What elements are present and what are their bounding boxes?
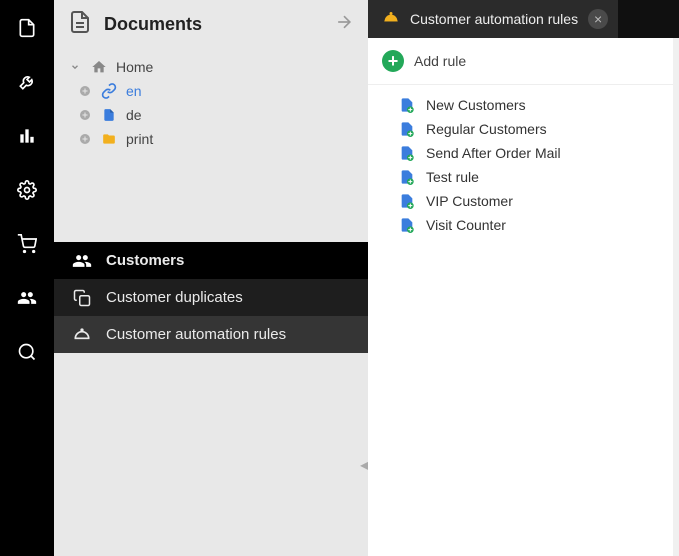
- rule-item[interactable]: Visit Counter: [398, 213, 679, 237]
- icon-rail: [0, 0, 54, 556]
- tools-icon[interactable]: [9, 64, 45, 100]
- add-rule-label[interactable]: Add rule: [414, 53, 466, 69]
- splitter-handle[interactable]: ◂: [360, 455, 368, 475]
- tree-label: print: [126, 131, 153, 147]
- tree-label: de: [126, 107, 142, 123]
- rule-label: Visit Counter: [426, 217, 506, 233]
- chevron-down-icon[interactable]: [68, 62, 82, 72]
- customers-flyout: Customers Customer duplicates Customer a…: [54, 242, 368, 353]
- cloche-icon: [72, 325, 92, 345]
- documents-header: Documents: [54, 0, 368, 49]
- reports-icon[interactable]: [9, 118, 45, 154]
- copy-icon: [72, 289, 92, 307]
- tree-row-en[interactable]: en: [68, 79, 368, 103]
- rules-panel: Customer automation rules × + Add rule N…: [368, 0, 679, 556]
- tab-title: Customer automation rules: [410, 11, 578, 27]
- rule-label: VIP Customer: [426, 193, 513, 209]
- rule-doc-icon: [398, 192, 416, 210]
- rule-label: Send After Order Mail: [426, 145, 561, 161]
- expand-icon[interactable]: [78, 133, 92, 145]
- rules-list: New Customers Regular Customers Send Aft…: [368, 85, 679, 237]
- tree-label: Home: [116, 59, 153, 75]
- rule-item[interactable]: Test rule: [398, 165, 679, 189]
- scrollbar[interactable]: [673, 38, 679, 556]
- document-tree: Home en de pri: [54, 49, 368, 157]
- rules-toolbar: + Add rule: [368, 38, 679, 85]
- people-icon: [72, 251, 92, 271]
- expand-icon[interactable]: [78, 85, 92, 97]
- rule-label: Test rule: [426, 169, 479, 185]
- flyout-duplicates[interactable]: Customer duplicates: [54, 279, 368, 316]
- rule-item[interactable]: Regular Customers: [398, 117, 679, 141]
- cloche-icon: [382, 9, 400, 30]
- rule-doc-icon: [398, 144, 416, 162]
- rule-doc-icon: [398, 168, 416, 186]
- flyout-label: Customer duplicates: [106, 289, 243, 306]
- flyout-label: Customers: [106, 252, 184, 269]
- documents-icon[interactable]: [9, 10, 45, 46]
- tree-row-de[interactable]: de: [68, 103, 368, 127]
- rule-doc-icon: [398, 96, 416, 114]
- search-icon[interactable]: [9, 334, 45, 370]
- rule-label: Regular Customers: [426, 121, 547, 137]
- tree-row-print[interactable]: print: [68, 127, 368, 151]
- flyout-label: Customer automation rules: [106, 326, 286, 343]
- tree-label: en: [126, 83, 142, 99]
- rule-item[interactable]: New Customers: [398, 93, 679, 117]
- customers-icon[interactable]: [9, 280, 45, 316]
- document-outline-icon: [68, 10, 92, 39]
- tree-row-home[interactable]: Home: [68, 55, 368, 79]
- arrow-right-icon[interactable]: [334, 12, 354, 37]
- rule-item[interactable]: Send After Order Mail: [398, 141, 679, 165]
- rule-doc-icon: [398, 216, 416, 234]
- settings-icon[interactable]: [9, 172, 45, 208]
- tab-automation-rules[interactable]: Customer automation rules ×: [368, 0, 618, 38]
- ecommerce-icon[interactable]: [9, 226, 45, 262]
- page-icon: [100, 107, 118, 123]
- panel-title: Documents: [104, 14, 322, 35]
- plus-icon[interactable]: +: [382, 50, 404, 72]
- documents-panel: Documents Home en: [54, 0, 368, 556]
- link-icon: [100, 83, 118, 99]
- flyout-customers[interactable]: Customers: [54, 242, 368, 279]
- tab-bar: Customer automation rules ×: [368, 0, 679, 38]
- expand-icon[interactable]: [78, 109, 92, 121]
- folder-icon: [100, 132, 118, 146]
- rule-doc-icon: [398, 120, 416, 138]
- home-icon: [90, 59, 108, 75]
- rule-item[interactable]: VIP Customer: [398, 189, 679, 213]
- close-icon[interactable]: ×: [588, 9, 608, 29]
- rule-label: New Customers: [426, 97, 526, 113]
- flyout-automation[interactable]: Customer automation rules: [54, 316, 368, 353]
